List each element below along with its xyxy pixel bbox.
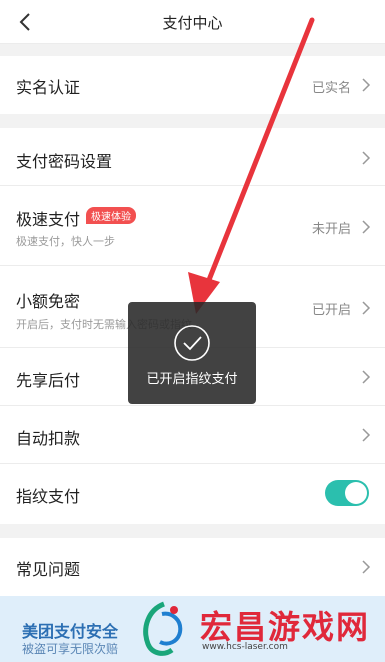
banner-subtitle: 被盗可享无限次赔 [22, 642, 119, 656]
row-fastpay-label: 极速支付 [16, 210, 81, 229]
row-paylater-label: 先享后付 [16, 371, 81, 390]
banner-title: 美团支付安全 [22, 622, 119, 641]
group-identity: 实名认证 已实名 [0, 56, 385, 114]
chevron-right-icon [362, 428, 371, 442]
row-faq[interactable]: 常见问题 [0, 538, 385, 596]
check-circle-icon [174, 325, 210, 361]
row-fastpay-sub: 极速支付，快人一步 [16, 235, 115, 248]
row-paypwd[interactable]: 支付密码设置 [0, 128, 385, 186]
row-autodebit-label: 自动扣款 [16, 429, 81, 448]
row-autodebit[interactable]: 自动扣款 [0, 406, 385, 464]
watermark-url: www.hcs-laser.com [202, 642, 288, 652]
row-paypwd-label: 支付密码设置 [16, 152, 113, 171]
top-bar: 支付中心 [0, 0, 385, 44]
row-fastpay-value: 未开启 [311, 222, 351, 237]
group-help: 常见问题 [0, 538, 385, 596]
page-title: 支付中心 [162, 14, 223, 32]
toast-text: 已开启指纹支付 [146, 372, 238, 387]
row-fingerprint: 指纹支付 [0, 464, 385, 524]
row-smallfree-label: 小额免密 [16, 292, 81, 311]
row-fastpay[interactable]: 极速支付 极速体验 极速支付，快人一步 未开启 [0, 186, 385, 266]
chevron-right-icon [362, 151, 371, 165]
chevron-right-icon [362, 301, 371, 315]
row-smallfree-value: 已开启 [311, 303, 351, 318]
row-fingerprint-label: 指纹支付 [16, 487, 81, 506]
row-realname-label: 实名认证 [16, 78, 81, 97]
toast-message: 已开启指纹支付 [128, 302, 256, 404]
row-faq-label: 常见问题 [16, 560, 81, 579]
row-realname-value: 已实名 [311, 81, 351, 96]
chevron-right-icon [362, 370, 371, 384]
chevron-right-icon [362, 560, 371, 574]
fastpay-badge: 极速体验 [86, 207, 136, 224]
watermark-logo-icon [143, 601, 183, 656]
chevron-right-icon [362, 220, 371, 234]
chevron-right-icon [362, 78, 371, 92]
row-realname[interactable]: 实名认证 已实名 [0, 56, 385, 114]
fingerprint-toggle[interactable] [325, 480, 369, 506]
toggle-knob [345, 482, 367, 504]
